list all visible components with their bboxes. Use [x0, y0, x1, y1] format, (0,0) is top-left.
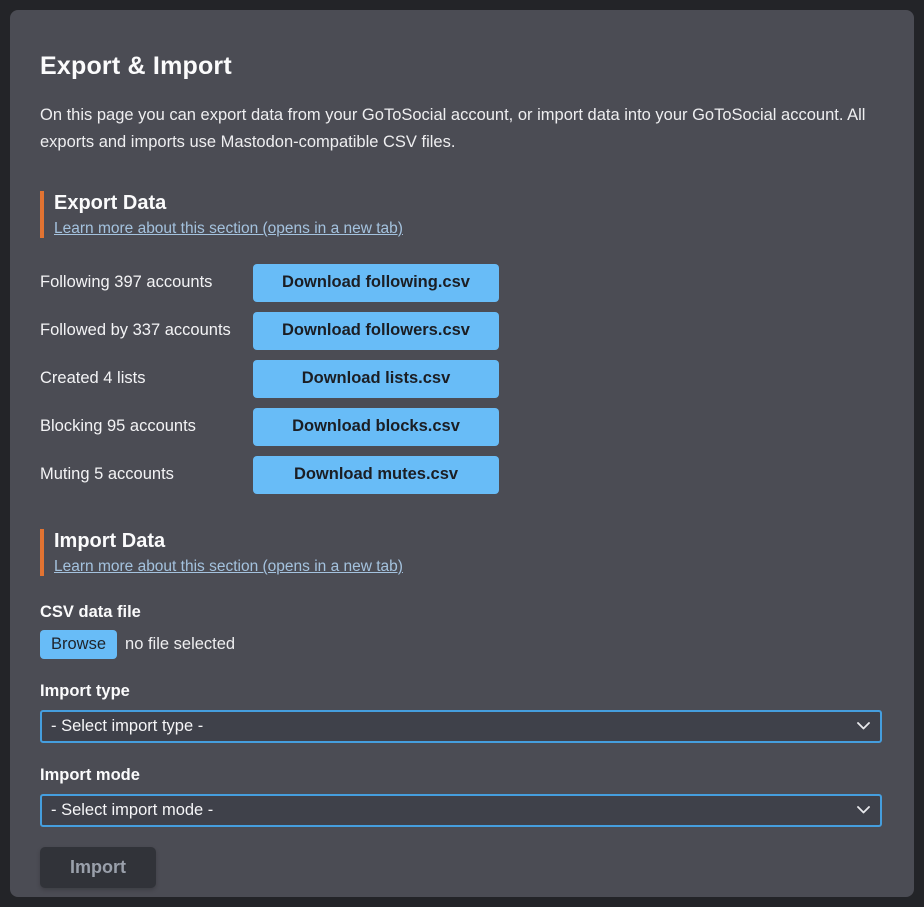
download-following-button[interactable]: Download following.csv [253, 264, 499, 302]
import-section-header: Import Data Learn more about this sectio… [40, 529, 884, 576]
import-section-heading: Import Data [54, 529, 884, 554]
export-row-label: Created 4 lists [40, 369, 253, 388]
download-followers-button[interactable]: Download followers.csv [253, 312, 499, 350]
download-lists-button[interactable]: Download lists.csv [253, 360, 499, 398]
download-blocks-button[interactable]: Download blocks.csv [253, 408, 499, 446]
export-row-blocks: Blocking 95 accounts Download blocks.csv [40, 408, 884, 446]
export-row-followers: Followed by 337 accounts Download follow… [40, 312, 884, 350]
export-row-following: Following 397 accounts Download followin… [40, 264, 884, 302]
file-status-text: no file selected [125, 635, 235, 654]
import-type-label: Import type [40, 682, 884, 701]
export-row-label: Muting 5 accounts [40, 465, 253, 484]
browse-button[interactable]: Browse [40, 630, 117, 659]
page-title: Export & Import [40, 52, 884, 81]
import-submit-button[interactable]: Import [40, 847, 156, 888]
import-type-field: Import type - Select import type - [40, 682, 884, 743]
export-section-heading: Export Data [54, 191, 884, 216]
export-row-lists: Created 4 lists Download lists.csv [40, 360, 884, 398]
import-mode-select-wrap: - Select import mode - [40, 794, 882, 827]
csv-file-label: CSV data file [40, 603, 884, 622]
export-row-label: Blocking 95 accounts [40, 417, 253, 436]
export-section-header: Export Data Learn more about this sectio… [40, 191, 884, 238]
import-type-select[interactable]: - Select import type - [40, 710, 882, 743]
csv-file-field: CSV data file Browse no file selected [40, 603, 884, 659]
csv-file-input: Browse no file selected [40, 630, 884, 659]
import-mode-select[interactable]: - Select import mode - [40, 794, 882, 827]
import-mode-label: Import mode [40, 766, 884, 785]
export-import-panel: Export & Import On this page you can exp… [10, 10, 914, 897]
import-type-select-wrap: - Select import type - [40, 710, 882, 743]
import-learn-more-link[interactable]: Learn more about this section (opens in … [54, 558, 403, 576]
export-rows: Following 397 accounts Download followin… [40, 264, 884, 494]
export-learn-more-link[interactable]: Learn more about this section (opens in … [54, 220, 403, 238]
export-row-mutes: Muting 5 accounts Download mutes.csv [40, 456, 884, 494]
download-mutes-button[interactable]: Download mutes.csv [253, 456, 499, 494]
import-mode-field: Import mode - Select import mode - [40, 766, 884, 827]
page-description: On this page you can export data from yo… [40, 102, 884, 156]
export-row-label: Followed by 337 accounts [40, 321, 253, 340]
export-row-label: Following 397 accounts [40, 273, 253, 292]
